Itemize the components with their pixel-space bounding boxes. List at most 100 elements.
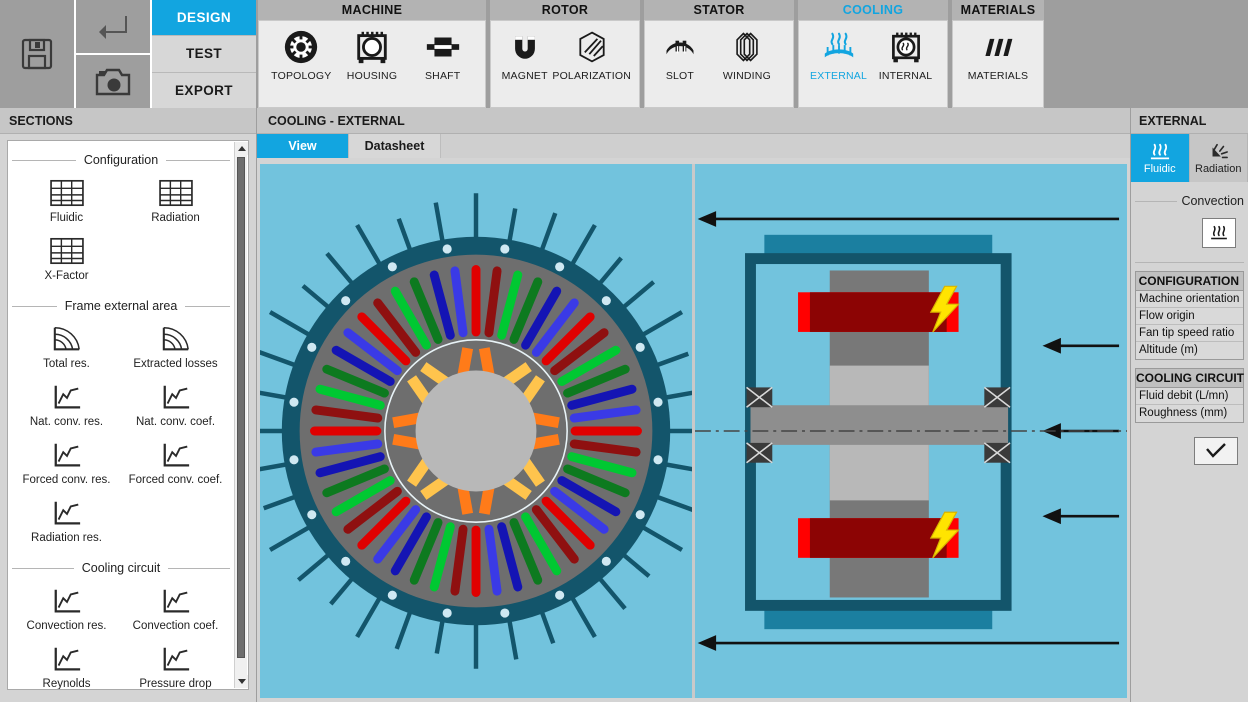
tab-datasheet[interactable]: Datasheet	[349, 134, 441, 158]
section-item-convection-res[interactable]: Convection res.	[12, 577, 121, 635]
radiation-beam-icon	[1205, 142, 1231, 162]
section-item-pressure-drop[interactable]: Pressure drop	[121, 635, 230, 690]
application-window: DESIGN TEST EXPORT MACHINE	[0, 0, 1248, 702]
line-chart-icon	[159, 642, 193, 676]
section-item-forced-conv-res[interactable]: Forced conv. res.	[12, 431, 121, 489]
materials-icon	[980, 27, 1016, 67]
convection-section-title: Convection	[1135, 194, 1244, 208]
tab-radiation-label: Radiation	[1195, 163, 1241, 175]
ribbon-item-external-label: EXTERNAL	[810, 70, 867, 82]
ribbon-item-polarization[interactable]: POLARIZATION	[552, 27, 631, 82]
table-row[interactable]: Altitude (m)	[1136, 342, 1243, 359]
ribbon-group-stator-title: STATOR	[644, 0, 794, 20]
section-item-pressure-drop-label: Pressure drop	[139, 678, 211, 690]
sections-header: SECTIONS	[0, 108, 256, 134]
ribbon-item-housing[interactable]: HOUSING	[338, 27, 407, 82]
external-cooling-icon	[820, 27, 858, 67]
ribbon-group-cooling: COOLING	[798, 0, 948, 108]
tab-fluidic[interactable]: Fluidic	[1131, 134, 1190, 182]
section-item-nat-conv-coef-label: Nat. conv. coef.	[136, 416, 215, 428]
mode-export[interactable]: EXPORT	[152, 73, 256, 108]
section-item-radiation[interactable]: Radiation	[121, 169, 230, 227]
ribbon-item-slot[interactable]: SLOT	[653, 27, 707, 82]
line-chart-icon	[50, 438, 84, 472]
tab-radiation[interactable]: Radiation	[1190, 134, 1248, 182]
table-row[interactable]: Fluid debit (L/mn)	[1136, 388, 1243, 405]
save-button[interactable]	[0, 0, 76, 108]
slot-icon	[662, 27, 698, 67]
convection-toggle-button[interactable]	[1202, 218, 1236, 248]
section-item-total-res[interactable]: Total res.	[12, 315, 121, 373]
heat-waves-icon	[1147, 142, 1173, 162]
section-item-forced-conv-coef[interactable]: Forced conv. coef.	[121, 431, 230, 489]
section-item-radiation-res[interactable]: Radiation res.	[12, 489, 121, 547]
scroll-up-icon[interactable]	[235, 142, 248, 155]
line-chart-icon	[50, 380, 84, 414]
top-toolbar: DESIGN TEST EXPORT MACHINE	[0, 0, 1248, 108]
ribbon-item-topology[interactable]: TOPOLOGY	[267, 27, 336, 82]
ribbon-group-stator: STATOR SLOT	[644, 0, 794, 108]
section-group-cooling-circuit: Cooling circuit	[12, 561, 230, 575]
center-panel: COOLING - EXTERNAL View Datasheet	[257, 108, 1130, 702]
line-chart-icon	[159, 438, 193, 472]
scrollbar-thumb[interactable]	[237, 157, 245, 658]
section-group-cooling-circuit-items: Convection res. Convection coef.	[12, 577, 230, 690]
ribbon-group-rotor: ROTOR MAGNET	[490, 0, 640, 108]
table-row[interactable]: Machine orientation	[1136, 291, 1243, 308]
ribbon-item-internal-label: INTERNAL	[879, 70, 933, 82]
radial-cross-section-view[interactable]	[260, 164, 692, 698]
axial-cross-section-view[interactable]	[695, 164, 1127, 698]
area-curve-icon	[50, 322, 84, 356]
section-item-convection-coef[interactable]: Convection coef.	[121, 577, 230, 635]
ribbon-item-topology-label: TOPOLOGY	[271, 70, 331, 82]
configuration-table-header: CONFIGURATION	[1136, 272, 1243, 291]
table-row[interactable]: Flow origin	[1136, 308, 1243, 325]
ribbon-item-materials[interactable]: MATERIALS	[961, 27, 1035, 82]
section-item-radiation-label: Radiation	[151, 212, 200, 224]
ribbon-item-external[interactable]: EXTERNAL	[807, 27, 870, 82]
section-item-total-res-label: Total res.	[43, 358, 90, 370]
undo-button[interactable]	[76, 0, 150, 55]
camera-icon	[92, 64, 134, 100]
ribbon-item-winding[interactable]: WINDING	[709, 27, 785, 82]
line-chart-icon	[50, 642, 84, 676]
section-group-configuration-title: Configuration	[82, 153, 160, 167]
mode-test[interactable]: TEST	[152, 36, 256, 72]
section-item-nat-conv-res[interactable]: Nat. conv. res.	[12, 373, 121, 431]
ribbon-group-rotor-title: ROTOR	[490, 0, 640, 20]
section-item-reynolds-label: Reynolds	[43, 678, 91, 690]
section-item-fluidic[interactable]: Fluidic	[12, 169, 121, 227]
ribbon-group-machine-title: MACHINE	[258, 0, 486, 20]
ribbon-item-magnet[interactable]: MAGNET	[499, 27, 550, 82]
cooling-circuit-table-header: COOLING CIRCUIT	[1136, 369, 1243, 388]
ribbon-item-internal[interactable]: INTERNAL	[872, 27, 939, 82]
section-item-convection-coef-label: Convection coef.	[133, 620, 219, 632]
section-item-extracted-losses-label: Extracted losses	[133, 358, 217, 370]
mode-design[interactable]: DESIGN	[152, 0, 256, 36]
ribbon: MACHINE	[256, 0, 1248, 108]
table-row[interactable]: Fan tip speed ratio	[1136, 325, 1243, 342]
topology-gear-icon	[282, 27, 320, 67]
section-group-frame-title: Frame external area	[63, 299, 180, 313]
ribbon-item-materials-label: MATERIALS	[968, 70, 1029, 82]
scroll-down-icon[interactable]	[235, 675, 248, 688]
validate-button[interactable]	[1194, 437, 1238, 465]
section-item-xfactor[interactable]: X-Factor	[12, 227, 121, 285]
section-item-radiation-res-label: Radiation res.	[31, 532, 102, 544]
section-item-reynolds[interactable]: Reynolds	[12, 635, 121, 690]
section-item-nat-conv-coef[interactable]: Nat. conv. coef.	[121, 373, 230, 431]
tab-view[interactable]: View	[257, 134, 349, 158]
polarization-icon	[574, 27, 610, 67]
shaft-icon	[424, 27, 462, 67]
external-panel-header: EXTERNAL	[1131, 108, 1248, 134]
section-item-extracted-losses[interactable]: Extracted losses	[121, 315, 230, 373]
section-group-cooling-circuit-title: Cooling circuit	[80, 561, 163, 575]
convection-section-label: Convection	[1181, 194, 1244, 208]
screenshot-button[interactable]	[76, 55, 150, 108]
sidebar-scrollbar[interactable]	[234, 142, 247, 688]
tab-fluidic-label: Fluidic	[1144, 163, 1176, 175]
table-row[interactable]: Roughness (mm)	[1136, 405, 1243, 422]
end-winding-bottom	[798, 512, 959, 558]
sections-scroll-area[interactable]: Configuration	[8, 141, 234, 689]
ribbon-item-shaft[interactable]: SHAFT	[408, 27, 477, 82]
